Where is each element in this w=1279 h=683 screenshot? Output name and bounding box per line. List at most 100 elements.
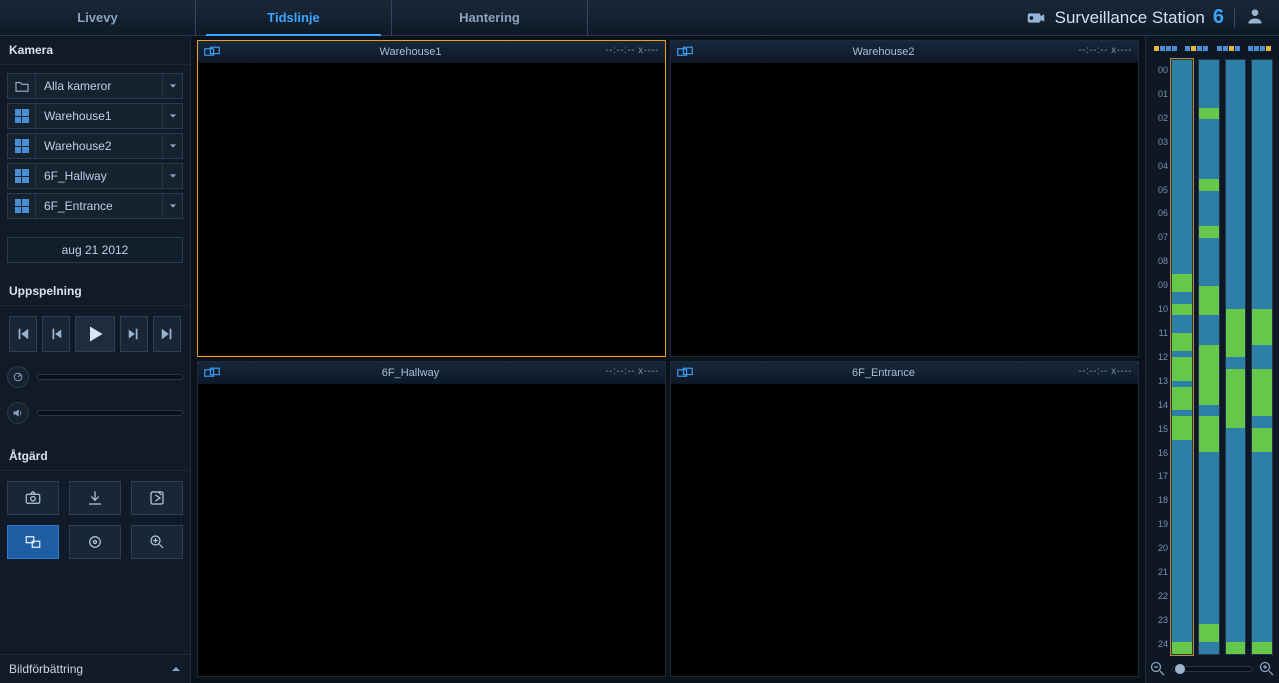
chevron-down-icon[interactable] — [162, 134, 182, 158]
grid-icon — [8, 164, 36, 188]
uppspelning-header: Uppspelning — [0, 277, 190, 306]
timeline-segment — [1199, 416, 1219, 452]
playback-controls — [0, 306, 190, 434]
action-buttons — [0, 471, 190, 569]
export-button[interactable] — [131, 481, 183, 515]
pane-overlap-icon — [671, 367, 699, 379]
hour-label: 20 — [1152, 537, 1168, 559]
pane-header: Warehouse2--:--:-- x---- — [671, 41, 1138, 63]
timeline[interactable]: 0001020304050607080910111213141516171819… — [1150, 59, 1275, 655]
tab-livevy[interactable]: Livevy — [0, 0, 196, 35]
kamera-header: Kamera — [0, 36, 190, 65]
video-area — [198, 63, 665, 356]
timeline-segment — [1172, 333, 1192, 351]
camera-item-3[interactable]: 6F_Hallway — [7, 163, 183, 189]
hour-label: 19 — [1152, 513, 1168, 535]
camera-item-1[interactable]: Warehouse1 — [7, 103, 183, 129]
multiview-button[interactable] — [7, 525, 59, 559]
hour-label: 07 — [1152, 226, 1168, 248]
layout-1[interactable] — [1152, 44, 1179, 53]
focus-button[interactable] — [69, 525, 121, 559]
camera-item-label: 6F_Entrance — [36, 199, 162, 213]
timeline-segment — [1226, 642, 1246, 654]
date-picker[interactable]: aug 21 2012 — [7, 237, 183, 263]
chevron-down-icon[interactable] — [162, 194, 182, 218]
camera-item-label: 6F_Hallway — [36, 169, 162, 183]
timeline-segment — [1226, 369, 1246, 428]
pane-timestamp: --:--:-- x---- — [1078, 366, 1132, 377]
speed-slider[interactable] — [37, 374, 183, 380]
skip-start-button[interactable] — [9, 316, 37, 352]
video-pane-1[interactable]: Warehouse2--:--:-- x---- — [670, 40, 1139, 357]
hour-label: 12 — [1152, 346, 1168, 368]
timeline-track-3[interactable] — [1251, 59, 1273, 655]
timeline-segment — [1172, 304, 1192, 316]
camera-logo-icon — [1025, 7, 1047, 29]
play-button[interactable] — [75, 316, 115, 352]
chevron-down-icon[interactable] — [162, 74, 182, 98]
hour-label: 02 — [1152, 107, 1168, 129]
app-title: Surveillance Station 6 — [1025, 6, 1224, 29]
camera-list: Alla kameror Warehouse1 Warehouse2 6F_Hallw… — [0, 65, 190, 227]
camera-item-0[interactable]: Alla kameror — [7, 73, 183, 99]
layout-2[interactable] — [1183, 44, 1210, 53]
timeline-segment — [1252, 309, 1272, 345]
hour-label: 24 — [1152, 633, 1168, 655]
timeline-segment — [1226, 309, 1246, 357]
bildforbattring-label: Bildförbättring — [9, 662, 83, 676]
timeline-panel: 0001020304050607080910111213141516171819… — [1145, 36, 1279, 683]
hour-label: 22 — [1152, 585, 1168, 607]
pane-timestamp: --:--:-- x---- — [605, 366, 659, 377]
tab-hantering[interactable]: Hantering — [392, 0, 588, 35]
download-button[interactable] — [69, 481, 121, 515]
timeline-segment — [1252, 642, 1272, 654]
timeline-segment — [1199, 345, 1219, 404]
atgard-header: Åtgärd — [0, 442, 190, 471]
zoom-button[interactable] — [131, 525, 183, 559]
user-menu[interactable] — [1245, 6, 1265, 29]
left-sidebar: Kamera Alla kameror Warehouse1 Warehouse2 6… — [0, 36, 191, 683]
pane-title: Warehouse1 — [226, 46, 665, 58]
video-pane-0[interactable]: Warehouse1--:--:-- x---- — [197, 40, 666, 357]
step-back-button[interactable] — [42, 316, 70, 352]
timeline-segment — [1172, 357, 1192, 381]
zoom-out-icon[interactable] — [1150, 661, 1166, 677]
layout-3[interactable] — [1215, 44, 1242, 53]
timeline-layout-icons — [1150, 44, 1275, 53]
zoom-slider[interactable] — [1172, 666, 1253, 672]
tab-tidslinje[interactable]: Tidslinje — [196, 0, 392, 35]
layout-4[interactable] — [1246, 44, 1273, 53]
volume-slider[interactable] — [37, 410, 183, 416]
hour-label: 16 — [1152, 442, 1168, 464]
hour-label: 23 — [1152, 609, 1168, 631]
timeline-track-0[interactable] — [1171, 59, 1193, 655]
zoom-in-icon[interactable] — [1259, 661, 1275, 677]
skip-end-button[interactable] — [153, 316, 181, 352]
timeline-zoom — [1150, 655, 1275, 677]
folder-icon — [8, 74, 36, 98]
timeline-segment — [1226, 60, 1246, 654]
bildforbattring-header[interactable]: Bildförbättring — [0, 654, 190, 683]
step-forward-button[interactable] — [120, 316, 148, 352]
timeline-segment — [1252, 428, 1272, 452]
video-area — [671, 63, 1138, 356]
snapshot-button[interactable] — [7, 481, 59, 515]
hour-label: 00 — [1152, 59, 1168, 81]
timeline-track-1[interactable] — [1198, 59, 1220, 655]
hour-label: 11 — [1152, 322, 1168, 344]
timeline-track-2[interactable] — [1225, 59, 1247, 655]
hour-label: 18 — [1152, 489, 1168, 511]
camera-item-4[interactable]: 6F_Entrance — [7, 193, 183, 219]
volume-icon — [7, 402, 29, 424]
timeline-segment — [1172, 416, 1192, 440]
grid-icon — [8, 134, 36, 158]
video-pane-2[interactable]: 6F_Hallway--:--:-- x---- — [197, 361, 666, 678]
chevron-down-icon[interactable] — [162, 104, 182, 128]
chevron-up-icon — [171, 664, 181, 674]
chevron-down-icon[interactable] — [162, 164, 182, 188]
camera-item-2[interactable]: Warehouse2 — [7, 133, 183, 159]
video-pane-3[interactable]: 6F_Entrance--:--:-- x---- — [670, 361, 1139, 678]
speed-icon — [7, 366, 29, 388]
pane-overlap-icon — [198, 46, 226, 58]
timeline-segment — [1252, 369, 1272, 417]
